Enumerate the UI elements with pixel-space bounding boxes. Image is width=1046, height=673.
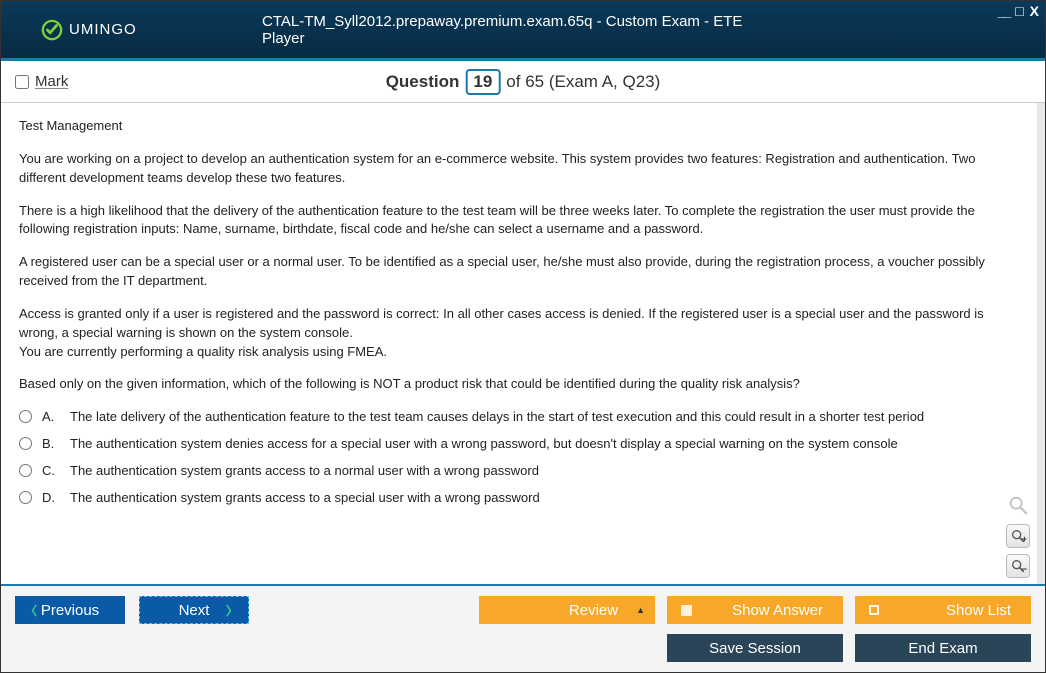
question-content: Test Management You are working on a pro…: [1, 103, 1045, 584]
question-topic: Test Management: [19, 117, 1019, 136]
chevron-right-icon: 〉: [226, 602, 238, 619]
option-radio[interactable]: [19, 491, 32, 504]
window-controls: __ □ X: [998, 3, 1039, 19]
button-label: End Exam: [908, 640, 977, 657]
option-text: The late delivery of the authentication …: [70, 408, 924, 427]
show-list-button[interactable]: Show List: [855, 596, 1031, 624]
maximize-button[interactable]: □: [1015, 3, 1023, 19]
close-button[interactable]: X: [1030, 3, 1039, 19]
option-letter: D.: [42, 489, 60, 508]
brand-logo: UMINGO: [41, 19, 137, 41]
mark-control[interactable]: Mark: [15, 73, 68, 90]
square-icon: [681, 605, 692, 616]
nav-buttons: 〈 Previous Next 〉: [15, 596, 249, 624]
option-text: The authentication system grants access …: [70, 462, 539, 481]
end-exam-button[interactable]: End Exam: [855, 634, 1031, 662]
question-prompt: Based only on the given information, whi…: [19, 375, 1019, 394]
checkmark-icon: [41, 19, 63, 41]
minimize-button[interactable]: __: [998, 3, 1010, 19]
footer-bar: 〈 Previous Next 〉 Review ▲ Show Answer: [1, 584, 1045, 672]
triangle-up-icon: ▲: [636, 605, 645, 615]
question-para: You are working on a project to develop …: [19, 150, 1019, 188]
chevron-left-icon: 〈: [25, 602, 37, 619]
option-radio[interactable]: [19, 437, 32, 450]
search-button[interactable]: [1005, 492, 1031, 518]
answer-option[interactable]: C. The authentication system grants acce…: [19, 462, 1019, 481]
question-word: Question: [386, 72, 460, 92]
button-label: Save Session: [709, 640, 801, 657]
button-label: Previous: [41, 602, 99, 619]
mark-checkbox[interactable]: [15, 75, 29, 89]
header-bar: UMINGO CTAL-TM_Syll2012.prepaway.premium…: [1, 1, 1045, 61]
question-bar: Mark Question 19 of 65 (Exam A, Q23): [1, 61, 1045, 103]
option-text: The authentication system denies access …: [70, 435, 898, 454]
question-para: A registered user can be a special user …: [19, 253, 1019, 291]
search-icon: [1007, 494, 1029, 516]
option-letter: B.: [42, 435, 60, 454]
question-number: 19: [465, 69, 500, 95]
review-button[interactable]: Review ▲: [479, 596, 655, 624]
button-label: Next: [179, 602, 210, 619]
zoom-in-button[interactable]: +: [1006, 524, 1030, 548]
question-total: of 65 (Exam A, Q23): [506, 72, 660, 92]
button-label: Review: [569, 602, 618, 619]
minus-icon: −: [1022, 563, 1027, 576]
answer-option[interactable]: A. The late delivery of the authenticati…: [19, 408, 1019, 427]
question-para: Access is granted only if a user is regi…: [19, 305, 1019, 343]
answer-option[interactable]: B. The authentication system denies acce…: [19, 435, 1019, 454]
plus-icon: +: [1022, 533, 1027, 546]
zoom-out-button[interactable]: −: [1006, 554, 1030, 578]
question-para: You are currently performing a quality r…: [19, 343, 1019, 362]
option-text: The authentication system grants access …: [70, 489, 540, 508]
save-session-button[interactable]: Save Session: [667, 634, 843, 662]
button-label: Show Answer: [732, 602, 823, 619]
option-letter: A.: [42, 408, 60, 427]
question-para: There is a high likelihood that the deli…: [19, 202, 1019, 240]
zoom-controls: + −: [1005, 492, 1031, 578]
show-answer-button[interactable]: Show Answer: [667, 596, 843, 624]
answer-option[interactable]: D. The authentication system grants acce…: [19, 489, 1019, 508]
window-title: CTAL-TM_Syll2012.prepaway.premium.exam.6…: [262, 13, 784, 47]
previous-button[interactable]: 〈 Previous: [15, 596, 125, 624]
option-radio[interactable]: [19, 410, 32, 423]
app-window: __ □ X UMINGO CTAL-TM_Syll2012.prepaway.…: [0, 0, 1046, 673]
square-outline-icon: [869, 605, 879, 615]
option-letter: C.: [42, 462, 60, 481]
next-button[interactable]: Next 〉: [139, 596, 249, 624]
option-radio[interactable]: [19, 464, 32, 477]
brand-name: UMINGO: [69, 21, 137, 38]
question-position: Question 19 of 65 (Exam A, Q23): [386, 69, 661, 95]
action-buttons: Review ▲ Show Answer Show List: [479, 596, 1031, 624]
button-label: Show List: [946, 602, 1011, 619]
mark-label[interactable]: Mark: [35, 73, 68, 90]
answer-options: A. The late delivery of the authenticati…: [19, 408, 1019, 507]
